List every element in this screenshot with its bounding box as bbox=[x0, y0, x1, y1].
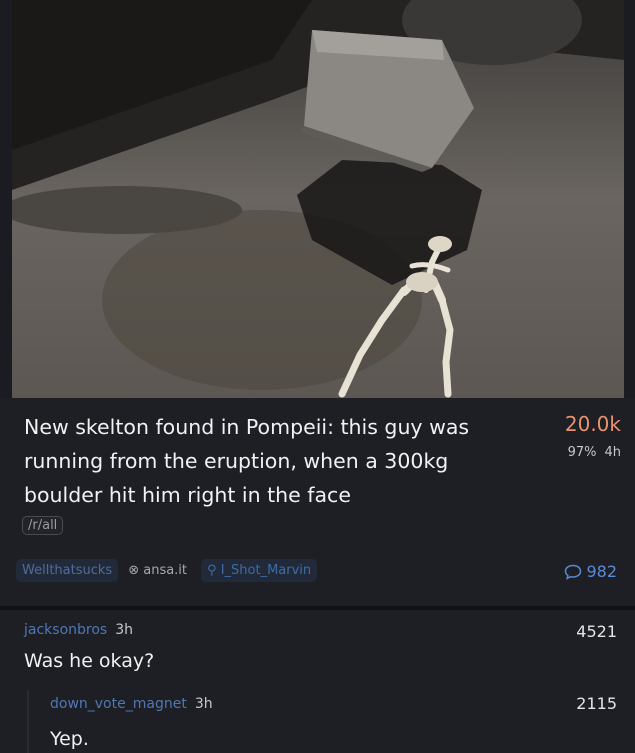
comment-reply[interactable]: down_vote_magnet 3h 2115 Yep. bbox=[0, 676, 635, 753]
post-title[interactable]: New skelton found in Pompeii: this guy w… bbox=[24, 410, 504, 512]
comment-body: Was he okay? bbox=[24, 650, 155, 672]
post-score: 20.0k bbox=[564, 412, 621, 436]
author-chip[interactable]: ⚲ I_Shot_Marvin bbox=[201, 559, 318, 582]
comment-author[interactable]: jacksonbros bbox=[24, 622, 107, 638]
comment-author-row: jacksonbros 3h bbox=[24, 622, 133, 638]
author-label: I_Shot_Marvin bbox=[220, 563, 312, 578]
comment-body: Yep. bbox=[50, 728, 89, 750]
post-meta: 97% 4h bbox=[560, 445, 621, 460]
comment-time: 3h bbox=[194, 696, 213, 712]
comments-button[interactable]: 982 bbox=[564, 562, 617, 581]
comment-time: 3h bbox=[115, 622, 133, 638]
upvote-ratio: 97% bbox=[567, 445, 597, 460]
user-icon: ⚲ bbox=[207, 563, 217, 578]
link-icon: ⊗ bbox=[128, 563, 140, 578]
comment-author[interactable]: down_vote_magnet bbox=[50, 696, 187, 712]
post-chips: Wellthatsucks ⊗ ansa.it ⚲ I_Shot_Marvin bbox=[16, 559, 318, 582]
post-image[interactable] bbox=[12, 0, 624, 398]
thread-indent-line bbox=[27, 690, 29, 753]
comment-score: 4521 bbox=[576, 622, 617, 641]
comment-author-row: down_vote_magnet 3h bbox=[50, 696, 213, 712]
comment-bubble-icon bbox=[565, 564, 582, 580]
comment-score: 2115 bbox=[576, 694, 617, 713]
post-card[interactable]: New skelton found in Pompeii: this guy w… bbox=[0, 398, 635, 606]
domain-label: ansa.it bbox=[143, 563, 188, 578]
feed-tag[interactable]: /r/all bbox=[22, 516, 64, 535]
post-age: 4h bbox=[604, 445, 621, 460]
comment-count-label: 982 bbox=[586, 562, 617, 581]
subreddit-chip[interactable]: Wellthatsucks bbox=[16, 559, 119, 582]
domain-chip[interactable]: ⊗ ansa.it bbox=[126, 559, 193, 582]
comment[interactable]: jacksonbros 3h 4521 Was he okay? bbox=[0, 610, 635, 676]
